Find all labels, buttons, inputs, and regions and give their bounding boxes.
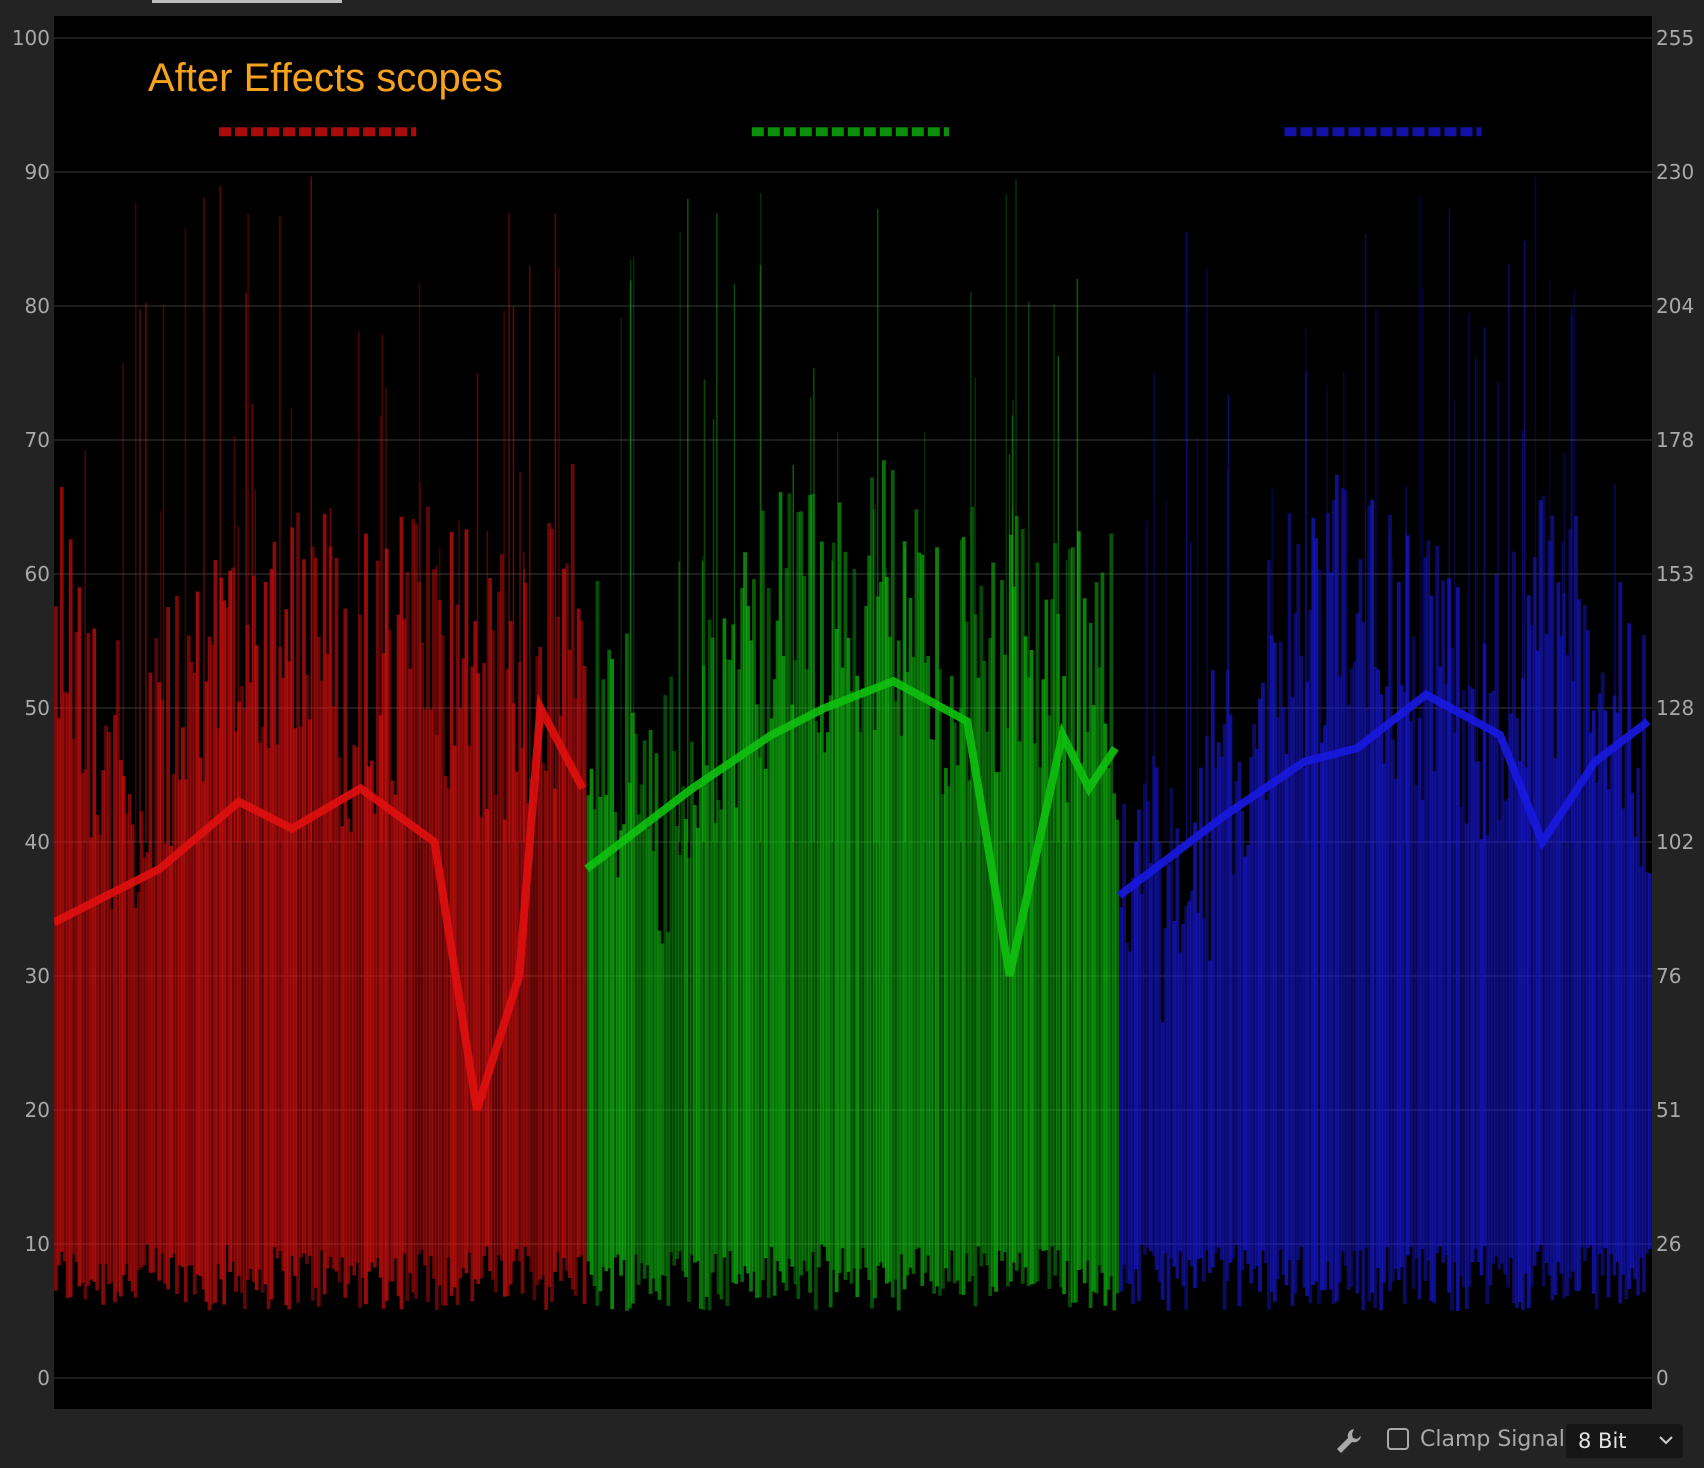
left-tick-label: 90 [24, 160, 50, 184]
left-tick-label: 40 [24, 830, 50, 854]
scope-title: After Effects scopes [148, 56, 539, 105]
green-channel-waveform [584, 127, 1120, 1311]
right-tick-label: 26 [1656, 1232, 1682, 1256]
left-tick-label: 20 [24, 1098, 50, 1122]
right-tick-label: 230 [1656, 160, 1695, 184]
clamp-signal-checkbox[interactable] [1387, 1428, 1409, 1450]
chevron-down-icon [1659, 1436, 1673, 1445]
left-tick-label: 60 [24, 562, 50, 586]
left-tick-label: 70 [24, 428, 50, 452]
right-tick-label: 0 [1656, 1366, 1669, 1390]
left-tick-label: 30 [24, 964, 50, 988]
waveform-column [1648, 873, 1652, 1250]
blue-channel-waveform [1116, 127, 1652, 1311]
right-tick-label: 153 [1656, 562, 1695, 586]
clamp-signal-label: Clamp Signal [1420, 1427, 1565, 1452]
wrench-icon[interactable] [1334, 1426, 1364, 1456]
waveform-plot [54, 37, 1652, 1379]
right-tick-label: 128 [1656, 696, 1695, 720]
left-tick-label: 100 [11, 26, 50, 50]
left-tick-label: 10 [24, 1232, 50, 1256]
right-tick-label: 178 [1656, 428, 1695, 452]
waveform-column [1115, 819, 1120, 1294]
waveform-column [582, 665, 587, 1304]
right-tick-label: 102 [1656, 830, 1695, 854]
right-tick-label: 255 [1656, 26, 1695, 50]
waveform-scope: After Effects scopes [54, 16, 1652, 1409]
bit-depth-select[interactable]: 8 Bit [1566, 1424, 1683, 1458]
red-channel-waveform [54, 127, 587, 1311]
bit-depth-value: 8 Bit [1578, 1429, 1627, 1453]
right-tick-label: 76 [1656, 964, 1682, 988]
right-tick-label: 204 [1656, 294, 1695, 318]
right-tick-label: 51 [1656, 1098, 1682, 1122]
left-tick-label: 0 [37, 1366, 50, 1390]
active-tab-indicator[interactable] [152, 0, 342, 3]
left-tick-label: 80 [24, 294, 50, 318]
left-tick-label: 50 [24, 696, 50, 720]
